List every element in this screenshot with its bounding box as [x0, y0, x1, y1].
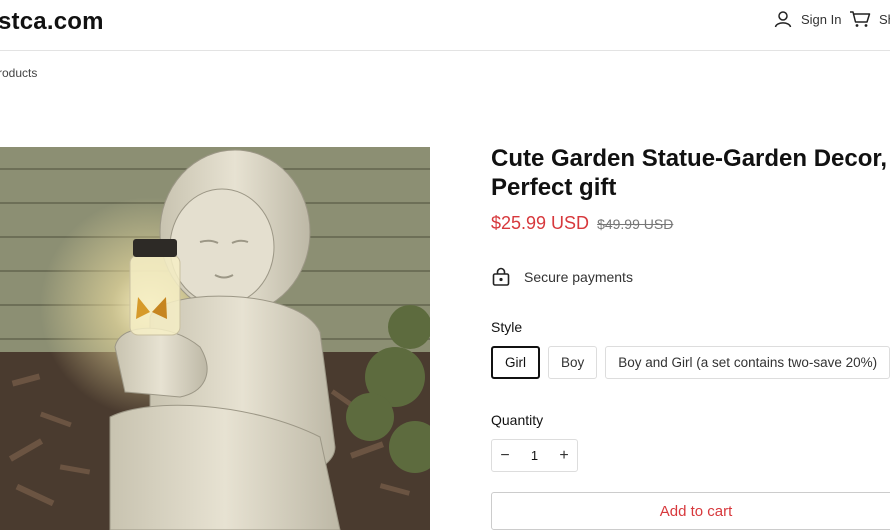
product-image[interactable]: [0, 147, 430, 530]
sign-in-label: Sign In: [801, 11, 842, 27]
cart-link[interactable]: Sh: [849, 10, 890, 28]
style-options: Girl Boy Boy and Girl (a set contains tw…: [491, 346, 890, 379]
garden-statue-photo: [0, 147, 430, 530]
style-option-boy-and-girl[interactable]: Boy and Girl (a set contains two-save 20…: [605, 346, 890, 379]
style-option-girl[interactable]: Girl: [491, 346, 540, 379]
product-title-line2: Perfect gift: [491, 174, 617, 201]
decrease-quantity-button[interactable]: −: [492, 447, 518, 465]
add-to-cart-button[interactable]: Add to cart: [491, 492, 890, 530]
secure-payments-label: Secure payments: [524, 269, 633, 285]
user-icon: [774, 11, 792, 28]
style-option-boy[interactable]: Boy: [548, 346, 598, 379]
quantity-label: Quantity: [491, 412, 544, 428]
style-label: Style: [491, 319, 523, 335]
store-logo[interactable]: stca.com: [0, 8, 104, 36]
compare-price: $49.99 USD: [597, 216, 674, 232]
secure-payments: Secure payments: [491, 267, 633, 287]
product-title-line1: Cute Garden Statue-Garden Decor,: [491, 145, 888, 172]
sale-price: $25.99 USD: [491, 213, 590, 233]
cart-icon: [850, 11, 871, 27]
cart-label: Sh: [879, 11, 890, 27]
product-title: Cute Garden Statue-Garden Decor, Perfect…: [491, 144, 890, 202]
lock-bag-icon: [492, 267, 510, 286]
increase-quantity-button[interactable]: +: [551, 447, 577, 465]
site-header: stca.com Sign In Sh: [0, 0, 890, 51]
quantity-value[interactable]: 1: [518, 448, 551, 463]
breadcrumb[interactable]: roducts: [0, 66, 37, 80]
sign-in-link[interactable]: Sign In: [774, 10, 841, 28]
price-row: $25.99 USD $49.99 USD: [491, 213, 673, 234]
quantity-stepper: − 1 +: [491, 439, 578, 472]
